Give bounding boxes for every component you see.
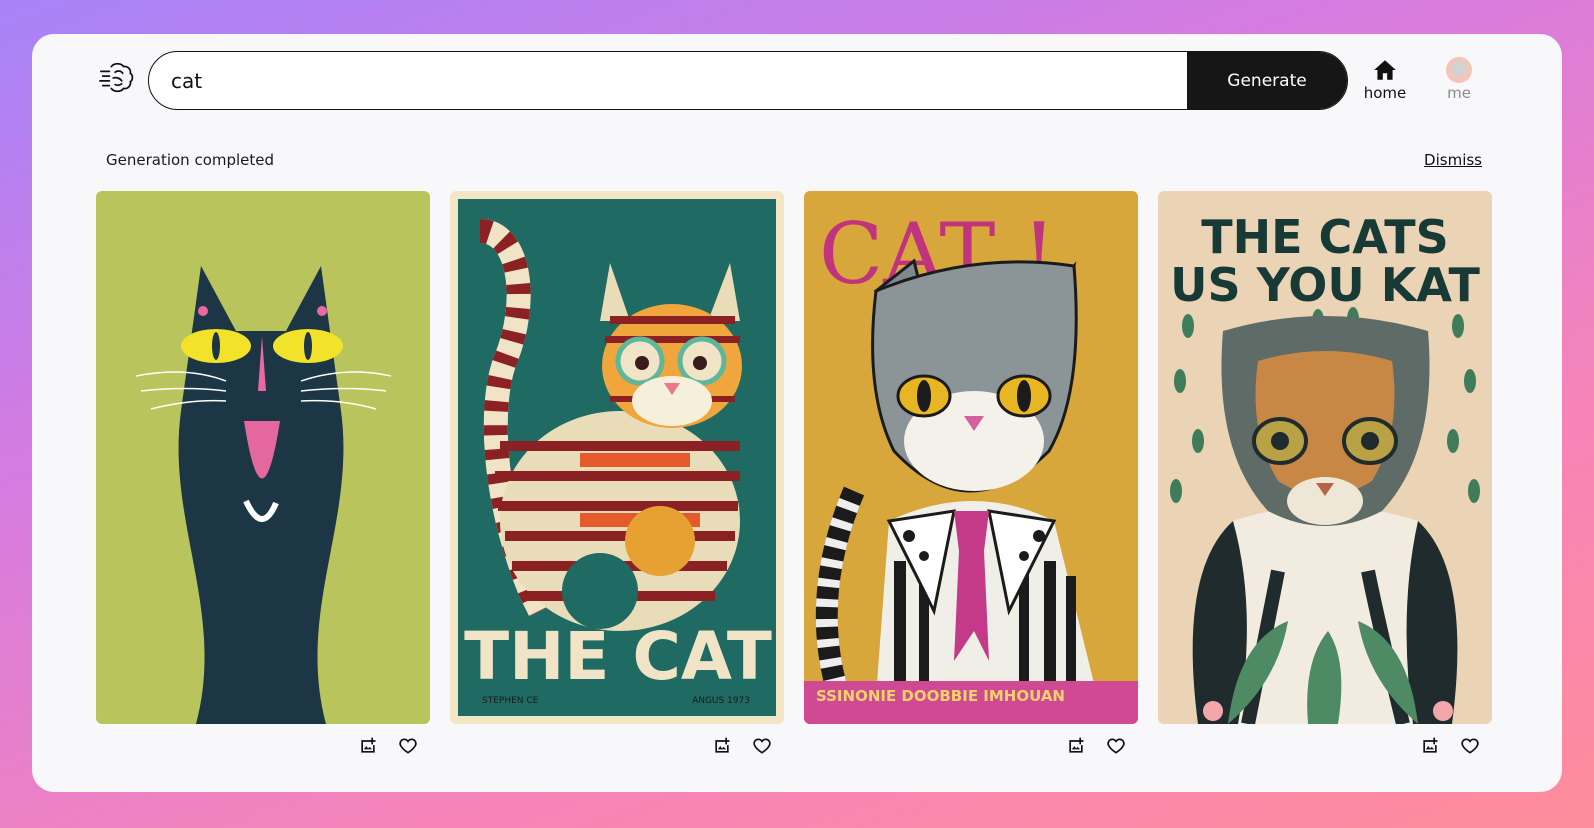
cat-poster-3: CAT ! SSINONIE DOOBBIE IMHOUAN <box>804 191 1138 724</box>
dismiss-link[interactable]: Dismiss <box>1424 151 1482 169</box>
poster-3-banner: SSINONIE DOOBBIE IMHOUAN <box>816 687 1065 705</box>
brain-logo-icon[interactable] <box>98 59 136 97</box>
poster-4-title-line1: THE CATS <box>1201 210 1449 264</box>
heart-icon[interactable] <box>1106 736 1126 756</box>
cat-poster-2: THE CAT STEPHEN CE ANGUS 1973 <box>450 191 784 724</box>
avatar <box>1446 57 1472 83</box>
add-image-icon[interactable] <box>712 736 732 756</box>
add-image-icon[interactable] <box>1066 736 1086 756</box>
nav-me[interactable]: me <box>1436 56 1482 102</box>
prompt-input[interactable] <box>149 52 1187 109</box>
nav-me-label: me <box>1447 84 1471 102</box>
image-card-2: THE CAT STEPHEN CE ANGUS 1973 <box>450 191 784 756</box>
nav-home[interactable]: home <box>1357 56 1413 102</box>
nav-home-label: home <box>1363 84 1407 102</box>
heart-icon[interactable] <box>752 736 772 756</box>
heart-icon[interactable] <box>398 736 418 756</box>
cat-poster-1 <box>96 191 430 724</box>
poster-2-footer-right: ANGUS 1973 <box>692 696 750 706</box>
image-card-4: THE CATS US YOU KAT <box>1158 191 1492 756</box>
heart-icon[interactable] <box>1460 736 1480 756</box>
generated-image-3[interactable]: CAT ! SSINONIE DOOBBIE IMHOUAN <box>804 191 1138 724</box>
prompt-search-bar: Generate <box>148 51 1348 110</box>
home-icon <box>1372 56 1398 84</box>
generated-image-2[interactable]: THE CAT STEPHEN CE ANGUS 1973 <box>450 191 784 724</box>
image-card-3: CAT ! SSINONIE DOOBBIE IMHOUAN <box>804 191 1138 756</box>
generated-image-4[interactable]: THE CATS US YOU KAT <box>1158 191 1492 724</box>
generated-image-1[interactable] <box>96 191 430 724</box>
poster-4-title-line2: US YOU KAT <box>1170 258 1480 312</box>
add-image-icon[interactable] <box>1420 736 1440 756</box>
poster-2-footer-left: STEPHEN CE <box>482 696 539 706</box>
cat-poster-4: THE CATS US YOU KAT <box>1158 191 1492 724</box>
poster-2-title: THE CAT <box>464 618 772 695</box>
image-card-1 <box>96 191 430 756</box>
add-image-icon[interactable] <box>358 736 378 756</box>
main-card: Generate home me Generation completed Di… <box>32 34 1562 792</box>
generate-button[interactable]: Generate <box>1187 52 1347 109</box>
status-message: Generation completed <box>106 151 275 169</box>
image-grid: THE CAT STEPHEN CE ANGUS 1973 CAT ! SSIN… <box>96 191 1492 756</box>
